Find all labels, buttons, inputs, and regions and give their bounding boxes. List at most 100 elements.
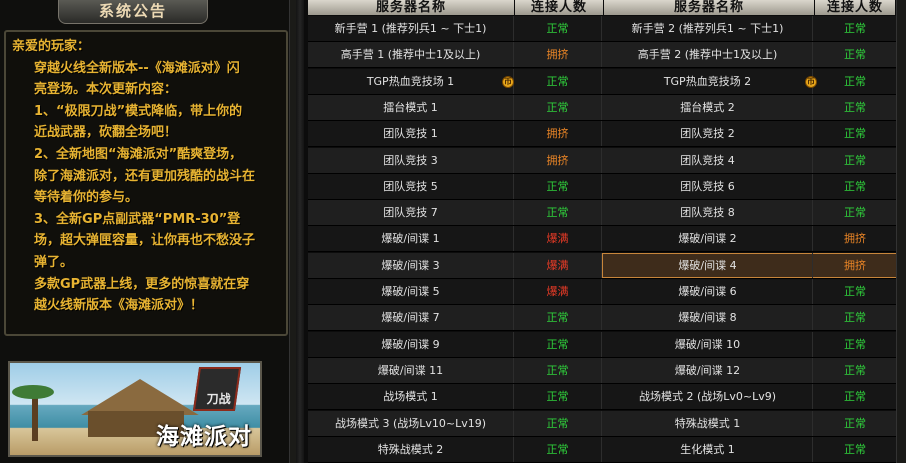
server-name-left[interactable]: 团队竞技 5 [308,173,514,199]
notice-line: 弹了。 [34,254,74,270]
server-name-left[interactable]: 团队竞技 3 [308,147,514,173]
server-name-left[interactable]: 战场模式 1 [308,384,514,410]
coin-icon-right: 币 [805,75,817,88]
server-row: 战场模式 1 正常 战场模式 2 (战场Lv0~Lv9) 正常 [308,384,896,411]
notice-title: 系统公告 [58,0,208,24]
notice-line: 亲爱的玩家： [12,39,91,54]
server-status-right: 正常 [844,390,866,404]
server-list-scrollbar[interactable] [896,0,906,463]
server-status-right: 拥挤 [844,232,866,246]
server-name-right[interactable]: 团队竞技 8 [603,200,813,226]
server-name-left[interactable]: 团队竞技 1 [308,121,514,147]
server-row: 团队竞技 3 拥挤 团队竞技 4 正常 [308,147,896,174]
event-banner[interactable]: 刀战 海滩派对 [8,361,262,457]
server-name-right[interactable]: 战场模式 2 (战场Lv0~Lv9) [603,384,813,410]
server-status-left: 正常 [514,357,602,383]
server-name-left[interactable]: 爆破/间谍 5 [308,279,514,304]
server-row: 团队竞技 5 正常 团队竞技 6 正常 [308,173,896,200]
server-name-right[interactable]: 擂台模式 2 [603,94,813,120]
server-row: 擂台模式 1 正常 擂台模式 2 正常 [308,94,896,121]
server-status-right: 正常 [844,285,866,298]
server-name-left[interactable]: TGP热血竞技场 1 [308,68,514,94]
notice-panel: 系统公告 亲爱的玩家： 穿越火线全新版本--《海滩派对》闪 亮登场。本次更新内容： 1… [0,0,296,463]
server-row: 战场模式 3 (战场Lv10~Lv19) 正常 特殊战模式 1 正常 [308,410,896,437]
server-status-right: 正常 [844,337,866,351]
server-status-left: 正常 [514,305,602,331]
server-name-left[interactable]: 爆破/间谍 9 [308,331,514,357]
banner-title: 海滩派对 [156,424,252,450]
server-status-left: 正常 [514,410,602,436]
server-select-screen: 系统公告 亲爱的玩家： 穿越火线全新版本--《海滩派对》闪 亮登场。本次更新内容： 1… [0,0,906,463]
notice-line: 多款GP武器上线，更多的惊喜就在穿 [34,276,250,292]
server-status-left: 正常 [514,200,602,226]
notice-content: 亲爱的玩家： 穿越火线全新版本--《海滩派对》闪 亮登场。本次更新内容： 1、“极限刀… [4,30,288,336]
notice-line: 1、“极限刀战”模式降临，带上你的 [34,103,243,119]
server-name-left[interactable]: 高手营 1 (推荐中士1及以上) [308,42,514,68]
notice-line: 2、全新地图“海滩派对”酷爽登场， [34,146,243,162]
server-name-left[interactable]: 爆破/间谍 11 [308,357,514,383]
server-name-right[interactable]: 爆破/间谍 10 [603,331,813,357]
server-name-left[interactable]: 擂台模式 1 [308,94,514,120]
notice-line: 近战武器，砍翻全场吧！ [34,125,178,141]
server-name-left[interactable]: 团队竞技 7 [308,200,514,226]
server-status-left: 爆满 [514,226,602,252]
server-row: 特殊战模式 2 正常 生化模式 1 正常 [308,436,896,463]
server-name-left[interactable]: 新手营 1 (推荐列兵1 ~ 下士1) [308,16,514,41]
server-name-right[interactable]: 爆破/间谍 12 [603,357,813,383]
server-row: TGP热血竞技场 1 正常 TGP热血竞技场 2 正常币币 [308,68,896,95]
server-row: 团队竞技 1 拥挤 团队竞技 2 正常 [308,121,896,148]
server-name-right[interactable]: 团队竞技 6 [603,173,813,199]
server-name-right[interactable]: 高手营 2 (推荐中士1及以上) [603,42,813,68]
coin-icon-left: 币 [502,75,514,88]
server-name-right[interactable]: 团队竞技 2 [603,121,813,147]
server-status-left: 正常 [514,436,602,462]
server-status-right: 正常 [844,48,866,62]
server-status-left: 爆满 [514,252,602,278]
server-row: 高手营 1 (推荐中士1及以上) 拥挤 高手营 2 (推荐中士1及以上) 正常 [308,42,896,69]
server-name-right[interactable]: 团队竞技 4 [603,147,813,173]
server-name-right[interactable]: TGP热血竞技场 2 [603,68,813,94]
server-status-right: 正常 [844,363,866,377]
palm-leaf-icon [12,385,54,399]
server-name-right[interactable]: 爆破/间谍 4 [603,252,813,278]
server-row: 团队竞技 7 正常 团队竞技 8 正常 [308,200,896,227]
server-status-right: 正常 [844,416,866,430]
server-name-left[interactable]: 战场模式 3 (战场Lv10~Lv19) [308,410,514,436]
server-name-right[interactable]: 新手营 2 (推荐列兵1 ~ 下士1) [603,16,813,41]
header-server-name-right: 服务器名称 [604,0,814,15]
server-name-right[interactable]: 特殊战模式 1 [603,410,813,436]
server-status-right: 正常 [844,442,866,456]
notice-line: 越火线新版本《海滩派对》！ [34,298,204,314]
server-name-left[interactable]: 爆破/间谍 3 [308,252,514,278]
server-row: 爆破/间谍 1 爆满 爆破/间谍 2 拥挤 [308,226,896,253]
server-name-right[interactable]: 爆破/间谍 8 [603,305,813,331]
panel-divider [296,0,304,463]
notice-line: 亮登场。本次更新内容： [34,82,178,98]
server-name-left[interactable]: 爆破/间谍 7 [308,305,514,331]
notice-line: 等待着你的参与。 [34,190,139,206]
server-status-left: 拥挤 [514,147,602,173]
server-name-right[interactable]: 爆破/间谍 6 [603,279,813,304]
server-status-left: 正常 [514,68,602,94]
header-connections-right: 连接人数 [815,0,895,15]
server-status-right: 正常 [844,74,866,88]
knife-battle-logo-text: 刀战 [206,392,231,406]
notice-line: 3、全新GP点副武器“PMR-30”登 [34,211,241,227]
server-name-right[interactable]: 爆破/间谍 2 [603,226,813,252]
notice-scrollbar[interactable] [289,0,296,463]
hut-roof-icon [81,379,199,415]
server-status-right: 正常 [844,22,866,35]
server-status-left: 拥挤 [514,42,602,68]
server-row: 爆破/间谍 7 正常 爆破/间谍 8 正常 [308,305,896,332]
server-status-left: 拥挤 [514,121,602,147]
notice-line: 场，超大弹匣容量，让你再也不愁没子 [34,233,256,249]
server-name-right[interactable]: 生化模式 1 [603,436,813,462]
server-row: 爆破/间谍 3 爆满 爆破/间谍 4 拥挤 [308,252,898,279]
server-row: 爆破/间谍 5 爆满 爆破/间谍 6 正常 [308,279,896,305]
server-name-left[interactable]: 特殊战模式 2 [308,436,514,462]
server-status-left: 正常 [514,94,602,120]
server-name-left[interactable]: 爆破/间谍 1 [308,226,514,252]
server-status-right: 正常 [844,311,866,325]
server-row: 爆破/间谍 9 正常 爆破/间谍 10 正常 [308,331,896,358]
server-row: 爆破/间谍 11 正常 爆破/间谍 12 正常 [308,357,896,384]
